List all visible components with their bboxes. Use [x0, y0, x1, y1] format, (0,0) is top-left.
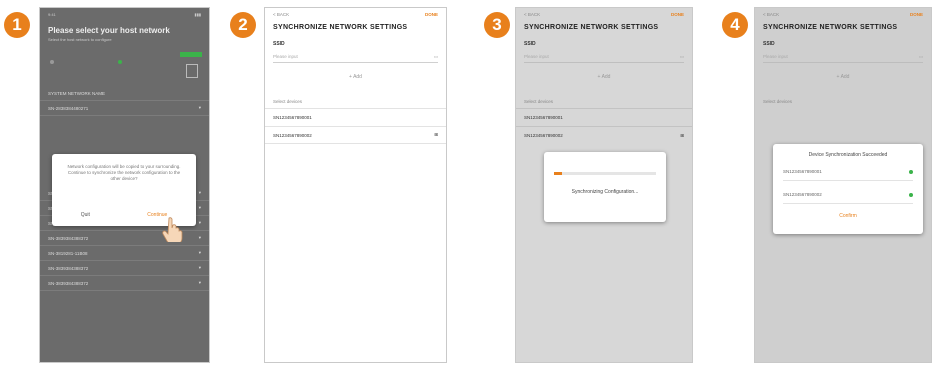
- status-bar: 9:41 ▮▮▮: [40, 8, 209, 20]
- done-button[interactable]: DONE: [910, 12, 923, 17]
- page-title: SYNCHRONIZE NETWORK SETTINGS: [524, 24, 659, 31]
- device-row[interactable]: SN1234567890001: [265, 108, 446, 126]
- phone-screen-2: < BACK DONE SYNCHRONIZE NETWORK SETTINGS…: [264, 7, 447, 363]
- chevron-icon: ▾: [198, 235, 201, 240]
- status-icons: ▮▮▮: [194, 11, 201, 17]
- step-badge-3: 3: [484, 12, 510, 38]
- list-item[interactable]: SN-3839384388372 ▾: [40, 261, 209, 276]
- done-button[interactable]: DONE: [671, 12, 684, 17]
- phone-screen-3: < BACK DONE SYNCHRONIZE NETWORK SETTINGS…: [515, 7, 693, 363]
- section-label: Select devices: [524, 99, 554, 104]
- node-icon: [50, 60, 54, 64]
- chevron-icon: ▾: [198, 265, 201, 270]
- progress-fill: [554, 172, 563, 175]
- quit-button[interactable]: Quit: [81, 212, 90, 218]
- chevron-icon: ▾: [198, 205, 201, 210]
- back-button[interactable]: < BACK: [273, 12, 289, 17]
- device-row[interactable]: SN1234567890001: [516, 108, 692, 126]
- tutorial-sequence: 1 9:41 ▮▮▮ Please select your host netwo…: [0, 0, 935, 367]
- device-result-row: SN1234567890001: [783, 163, 913, 181]
- page-subtitle: Select the host network to configure: [48, 37, 112, 42]
- success-dialog: Device Synchronization Succeeded SN12345…: [773, 144, 923, 234]
- chevron-icon: ▾: [198, 250, 201, 255]
- dropdown-icon[interactable]: ▭: [434, 54, 438, 60]
- add-button[interactable]: + Add: [336, 71, 376, 83]
- success-icon: [909, 192, 913, 197]
- step-badge-4: 4: [722, 12, 748, 38]
- back-button[interactable]: < BACK: [763, 12, 779, 17]
- ssid-input[interactable]: Please input ▭: [763, 51, 923, 63]
- phone-screen-1: 9:41 ▮▮▮ Please select your host network…: [39, 7, 210, 363]
- nav-bar: < BACK DONE: [516, 8, 692, 20]
- list-item[interactable]: SYSTEM NETWORK NAME: [40, 86, 209, 101]
- ssid-label: SSID: [524, 41, 536, 47]
- page-title: SYNCHRONIZE NETWORK SETTINGS: [763, 24, 898, 31]
- dropdown-icon[interactable]: ▭: [919, 54, 923, 60]
- select-icon[interactable]: ⊞: [434, 132, 438, 138]
- select-icon[interactable]: ⊞: [680, 133, 684, 139]
- progress-bar: [554, 172, 656, 175]
- device-row[interactable]: SN1234567890002 ⊞: [265, 126, 446, 144]
- device-result-row: SN1234567890002: [783, 186, 913, 204]
- page-title: Please select your host network: [48, 26, 170, 35]
- section-label: Select devices: [763, 99, 793, 104]
- signal-bar-icon: [180, 52, 202, 57]
- ssid-input[interactable]: Please input ▭: [273, 51, 438, 63]
- dialog-message: Network configuration will be copied to …: [67, 164, 181, 181]
- device-row[interactable]: SN1234567890002 ⊞: [516, 126, 692, 144]
- ssid-label: SSID: [763, 41, 775, 47]
- dropdown-icon[interactable]: ▭: [680, 54, 684, 60]
- chevron-icon: ▾: [198, 280, 201, 285]
- dialog-title: Device Synchronization Succeeded: [808, 152, 888, 158]
- nav-bar: < BACK DONE: [265, 8, 446, 20]
- list-item[interactable]: SN-3819281-11B08 ▾: [40, 246, 209, 261]
- list-item[interactable]: SN-3839384388372 ▾: [40, 276, 209, 291]
- nav-bar: < BACK DONE: [755, 8, 931, 20]
- section-label: Select devices: [273, 99, 303, 104]
- progress-message: Synchronizing Configuration...: [571, 189, 639, 195]
- ssid-input[interactable]: Please input ▭: [524, 51, 684, 63]
- ssid-label: SSID: [273, 41, 285, 47]
- host-node-icon: [118, 60, 122, 64]
- chevron-icon: ▾: [198, 220, 201, 225]
- progress-dialog: Synchronizing Configuration...: [544, 152, 666, 222]
- chevron-icon: ▾: [198, 105, 201, 110]
- done-button[interactable]: DONE: [425, 12, 438, 17]
- tap-hand-icon: [162, 217, 183, 242]
- page-title: SYNCHRONIZE NETWORK SETTINGS: [273, 24, 408, 31]
- phone-screen-4: < BACK DONE SYNCHRONIZE NETWORK SETTINGS…: [754, 7, 932, 363]
- confirm-button[interactable]: Confirm: [773, 213, 923, 219]
- step-badge-2: 2: [230, 12, 256, 38]
- status-time: 9:41: [48, 11, 56, 17]
- add-button[interactable]: + Add: [823, 71, 863, 83]
- step-badge-1: 1: [4, 12, 30, 38]
- list-item[interactable]: SN-2838384480271 ▾: [40, 101, 209, 116]
- back-button[interactable]: < BACK: [524, 12, 540, 17]
- success-icon: [909, 169, 913, 174]
- device-icon: [186, 64, 198, 78]
- chevron-icon: ▾: [198, 190, 201, 195]
- network-diagram: [40, 48, 209, 86]
- add-button[interactable]: + Add: [584, 71, 624, 83]
